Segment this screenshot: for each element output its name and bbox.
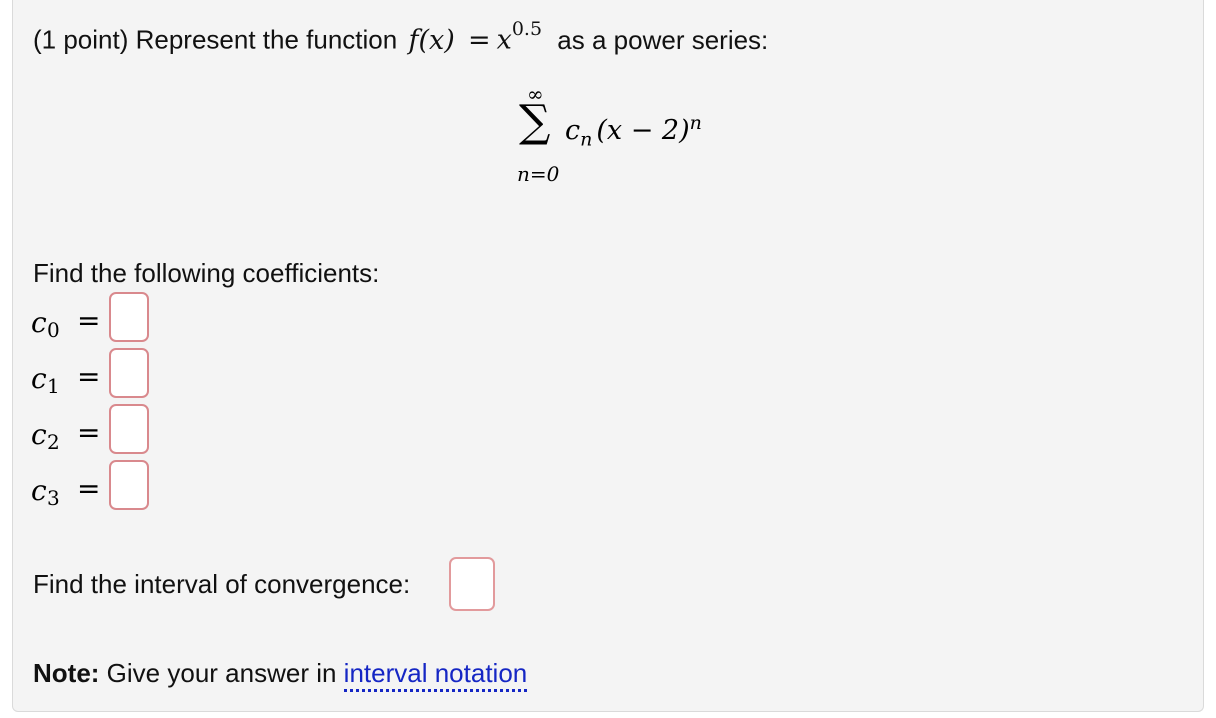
function-name: f(x)	[408, 24, 455, 56]
coefficients-prompt: Find the following coefficients:	[33, 258, 380, 288]
term-exponent: n	[689, 112, 702, 134]
coefficient-row-3: c 3 =	[31, 460, 191, 514]
term-coefficient: c	[565, 115, 581, 146]
term-body: (x − 2)	[596, 115, 690, 146]
function-base: x	[496, 24, 512, 56]
coef-symbol: c	[31, 418, 47, 451]
coefficient-c2-input[interactable]	[109, 404, 149, 454]
note-label: Note:	[33, 658, 100, 688]
coef-equals: =	[77, 472, 101, 505]
coefficient-c0-input[interactable]	[109, 292, 149, 342]
coefficient-c3-input[interactable]	[109, 460, 149, 510]
statement-tail: as a power series:	[557, 24, 769, 55]
coef-equals: =	[77, 360, 101, 393]
problem-statement: (1 point) Represent the function f(x) = x…	[33, 20, 769, 56]
series-term: cn (x − 2)n	[565, 112, 702, 150]
coefficient-row-0: c 0 =	[31, 292, 191, 346]
coef-equals: =	[77, 416, 101, 449]
note-text: Give your answer in	[106, 658, 337, 688]
coef-equals: =	[77, 304, 101, 337]
coef-subscript: 3	[47, 486, 60, 510]
function-exponent: 0.5	[511, 18, 543, 40]
points-label: (1 point) Represent the function	[33, 24, 398, 55]
coefficient-row-2: c 2 =	[31, 404, 191, 458]
coef-symbol: c	[31, 306, 47, 339]
equals-sign: =	[467, 24, 491, 56]
problem-panel: (1 point) Represent the function f(x) = x…	[12, 0, 1204, 712]
coef-symbol: c	[31, 362, 47, 395]
series-lower-limit: n=0	[517, 162, 560, 186]
interval-prompt: Find the interval of convergence:	[33, 569, 411, 599]
power-series: ∞ ∑ cn (x − 2)n n=0	[513, 82, 733, 192]
coef-subscript: 1	[47, 374, 60, 398]
coef-subscript: 0	[47, 318, 60, 342]
coefficient-c1-input[interactable]	[109, 348, 149, 398]
note: Note: Give your answer in interval notat…	[33, 658, 528, 692]
term-subscript: n	[580, 128, 593, 151]
interval-input[interactable]	[449, 557, 495, 611]
coefficient-row-1: c 1 =	[31, 348, 191, 402]
interval-notation-link[interactable]: interval notation	[343, 658, 528, 692]
coef-subscript: 2	[47, 430, 60, 454]
coef-symbol: c	[31, 474, 47, 507]
sigma-symbol: ∑	[519, 96, 551, 147]
